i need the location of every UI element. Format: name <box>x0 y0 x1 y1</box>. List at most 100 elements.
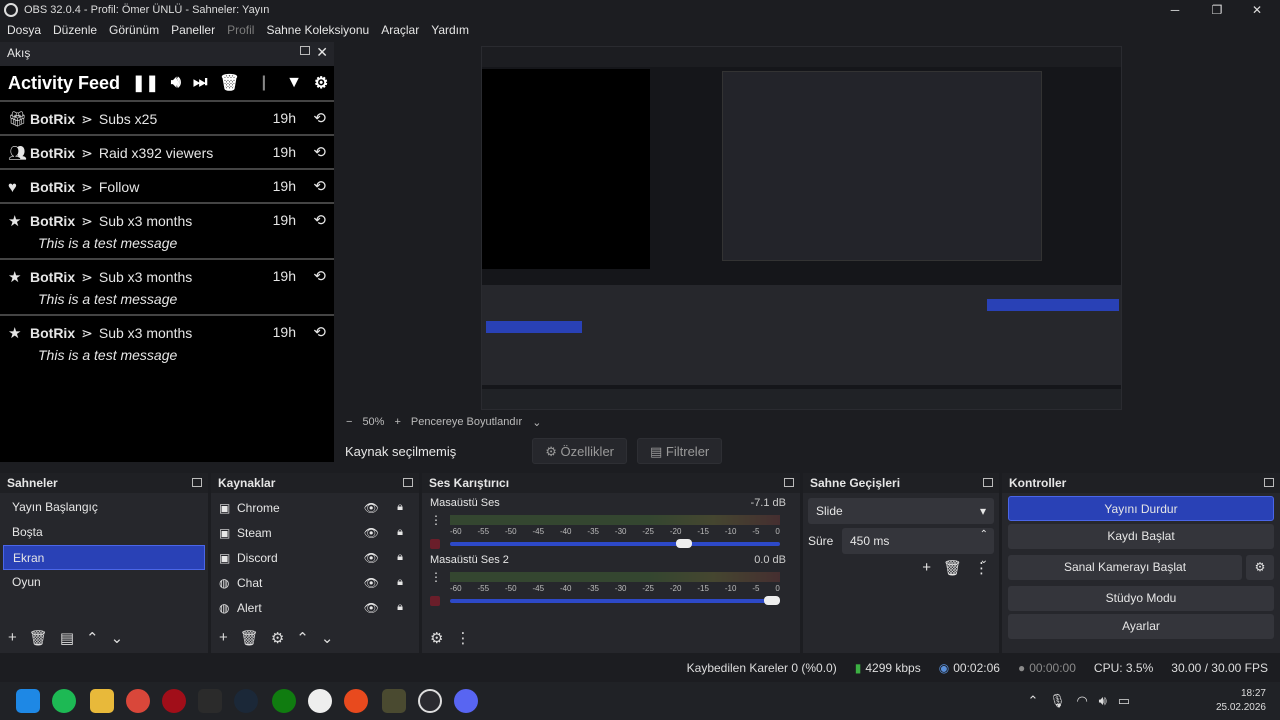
zoom-in-icon[interactable]: + <box>394 416 400 428</box>
float-icon[interactable] <box>1264 478 1274 487</box>
replay-icon[interactable]: ⟲ <box>313 323 326 341</box>
mute-icon[interactable] <box>430 539 440 549</box>
start-recording-button[interactable]: Kaydı Başlat <box>1008 524 1274 549</box>
eye-icon[interactable]: 👁︎ <box>364 501 379 515</box>
menu-araclar[interactable]: Araçlar <box>381 23 419 37</box>
volume-icon[interactable]: 🔊︎ <box>171 74 181 92</box>
menu-sahne-koleksiyonu[interactable]: Sahne Koleksiyonu <box>266 23 369 37</box>
gear-icon[interactable]: ⚙ <box>1246 555 1274 580</box>
source-item[interactable]: ▣ Discord 👁︎ 🔒︎ <box>211 545 419 570</box>
settings-icon[interactable]: ⚙ <box>314 73 328 93</box>
menu-duzenle[interactable]: Düzenle <box>53 23 97 37</box>
slider-handle[interactable] <box>676 539 693 548</box>
windows-start-icon[interactable] <box>16 689 40 713</box>
minimize-icon[interactable]: ─ <box>1156 0 1194 20</box>
ea-icon[interactable] <box>344 689 368 713</box>
mute-icon[interactable] <box>430 596 440 606</box>
eye-icon[interactable]: 👁︎ <box>364 601 379 615</box>
float-icon[interactable] <box>784 478 794 487</box>
move-down-icon[interactable]: ⌄ <box>321 629 334 647</box>
opera-gx-icon[interactable] <box>162 689 186 713</box>
transition-select[interactable]: Slide ▾ <box>808 498 994 524</box>
float-icon[interactable] <box>983 478 993 487</box>
trash-icon[interactable]: 🗑︎ <box>943 559 962 577</box>
eye-icon[interactable]: 👁︎ <box>364 576 379 590</box>
lock-icon[interactable]: 🔒︎ <box>397 551 403 564</box>
start-virtual-camera-button[interactable]: Sanal Kamerayı Başlat <box>1008 555 1242 580</box>
menu-gorunum[interactable]: Görünüm <box>109 23 159 37</box>
filters-button[interactable]: ▤ Filtreler <box>637 438 723 464</box>
add-icon[interactable]: + <box>922 559 931 577</box>
file-explorer-icon[interactable] <box>90 689 114 713</box>
trash-icon[interactable]: 🗑︎ <box>29 629 48 647</box>
source-item[interactable]: ▣ Chrome 👁︎ 🔒︎ <box>211 495 419 520</box>
close-dock-icon[interactable]: ✕ <box>316 44 328 61</box>
replay-icon[interactable]: ⟲ <box>313 211 326 229</box>
studio-mode-button[interactable]: Stüdyo Modu <box>1008 586 1274 611</box>
spotify-icon[interactable] <box>52 689 76 713</box>
more-icon[interactable]: ⋮ <box>455 629 470 647</box>
replay-icon[interactable]: ⟲ <box>313 143 326 161</box>
xbox-icon[interactable] <box>272 689 296 713</box>
properties-button[interactable]: ⚙ Özellikler <box>532 438 628 464</box>
source-item[interactable]: ▣ Steam 👁︎ 🔒︎ <box>211 520 419 545</box>
move-up-icon[interactable]: ⌃ <box>86 629 99 647</box>
more-icon[interactable]: ⋮ <box>974 559 989 577</box>
fit-window-dropdown[interactable]: Pencereye Boyutlandır <box>411 416 522 428</box>
obs-icon[interactable] <box>418 689 442 713</box>
lock-icon[interactable]: 🔒︎ <box>397 526 403 539</box>
eye-icon[interactable]: 👁︎ <box>364 526 379 540</box>
more-icon[interactable]: ⋮ <box>430 513 442 527</box>
scene-item[interactable]: Yayın Başlangıç <box>3 495 205 520</box>
menu-yardim[interactable]: Yardım <box>431 23 469 37</box>
lock-icon[interactable]: 🔒︎ <box>397 576 403 589</box>
slider-handle[interactable] <box>764 596 780 605</box>
steam-icon[interactable] <box>234 689 258 713</box>
trash-icon[interactable]: 🗑︎ <box>219 73 239 93</box>
filter-icon[interactable]: ▤ <box>60 629 74 647</box>
move-down-icon[interactable]: ⌄ <box>111 629 124 647</box>
float-icon[interactable] <box>300 46 310 55</box>
trash-icon[interactable]: 🗑︎ <box>240 629 259 647</box>
scene-item[interactable]: Boşta <box>3 520 205 545</box>
app-icon[interactable] <box>308 689 332 713</box>
float-icon[interactable] <box>403 478 413 487</box>
eye-icon[interactable]: 👁︎ <box>364 551 379 565</box>
filter-icon[interactable]: ▼ <box>286 74 302 92</box>
float-icon[interactable] <box>192 478 202 487</box>
maximize-icon[interactable]: ❐ <box>1198 0 1236 20</box>
lock-icon[interactable]: 🔒︎ <box>397 501 403 514</box>
menu-profil[interactable]: Profil <box>227 23 254 37</box>
tray-icons[interactable]: ⌃ 🎙︎ ◠ 🔊︎ ▭ <box>1027 693 1130 709</box>
menu-dosya[interactable]: Dosya <box>7 23 41 37</box>
volume-slider[interactable] <box>450 539 780 548</box>
chevron-down-icon[interactable]: ⌄ <box>532 416 541 429</box>
skip-icon[interactable]: ⏭︎ <box>193 74 207 92</box>
discord-icon[interactable] <box>454 689 478 713</box>
zoom-out-icon[interactable]: − <box>346 416 352 428</box>
lock-icon[interactable]: 🔒︎ <box>397 601 403 614</box>
gear-icon[interactable]: ⚙ <box>271 629 284 647</box>
clock[interactable]: 18:27 25.02.2026 <box>1216 687 1266 715</box>
duration-input[interactable]: 450 ms ⌃ ⌄ <box>842 528 994 566</box>
more-icon[interactable]: ⋮ <box>430 570 442 584</box>
add-icon[interactable]: + <box>219 629 228 647</box>
stop-streaming-button[interactable]: Yayını Durdur <box>1008 496 1274 521</box>
replay-icon[interactable]: ⟲ <box>313 109 326 127</box>
source-item[interactable]: ◍ Chat 👁︎ 🔒︎ <box>211 570 419 595</box>
preview-canvas[interactable] <box>481 46 1122 410</box>
scene-item[interactable]: Oyun <box>3 570 205 595</box>
replay-icon[interactable]: ⟲ <box>313 177 326 195</box>
volume-slider[interactable] <box>450 596 780 605</box>
epic-games-icon[interactable] <box>198 689 222 713</box>
replay-icon[interactable]: ⟲ <box>313 267 326 285</box>
move-up-icon[interactable]: ⌃ <box>296 629 309 647</box>
settings-button[interactable]: Ayarlar <box>1008 614 1274 639</box>
menu-paneller[interactable]: Paneller <box>171 23 215 37</box>
scene-item[interactable]: Ekran <box>3 545 205 570</box>
source-item[interactable]: ◍ Alert 👁︎ 🔒︎ <box>211 595 419 620</box>
game-icon[interactable] <box>382 689 406 713</box>
chrome-icon[interactable] <box>126 689 150 713</box>
pause-icon[interactable]: ❚❚ <box>132 73 159 93</box>
add-icon[interactable]: + <box>8 629 17 647</box>
